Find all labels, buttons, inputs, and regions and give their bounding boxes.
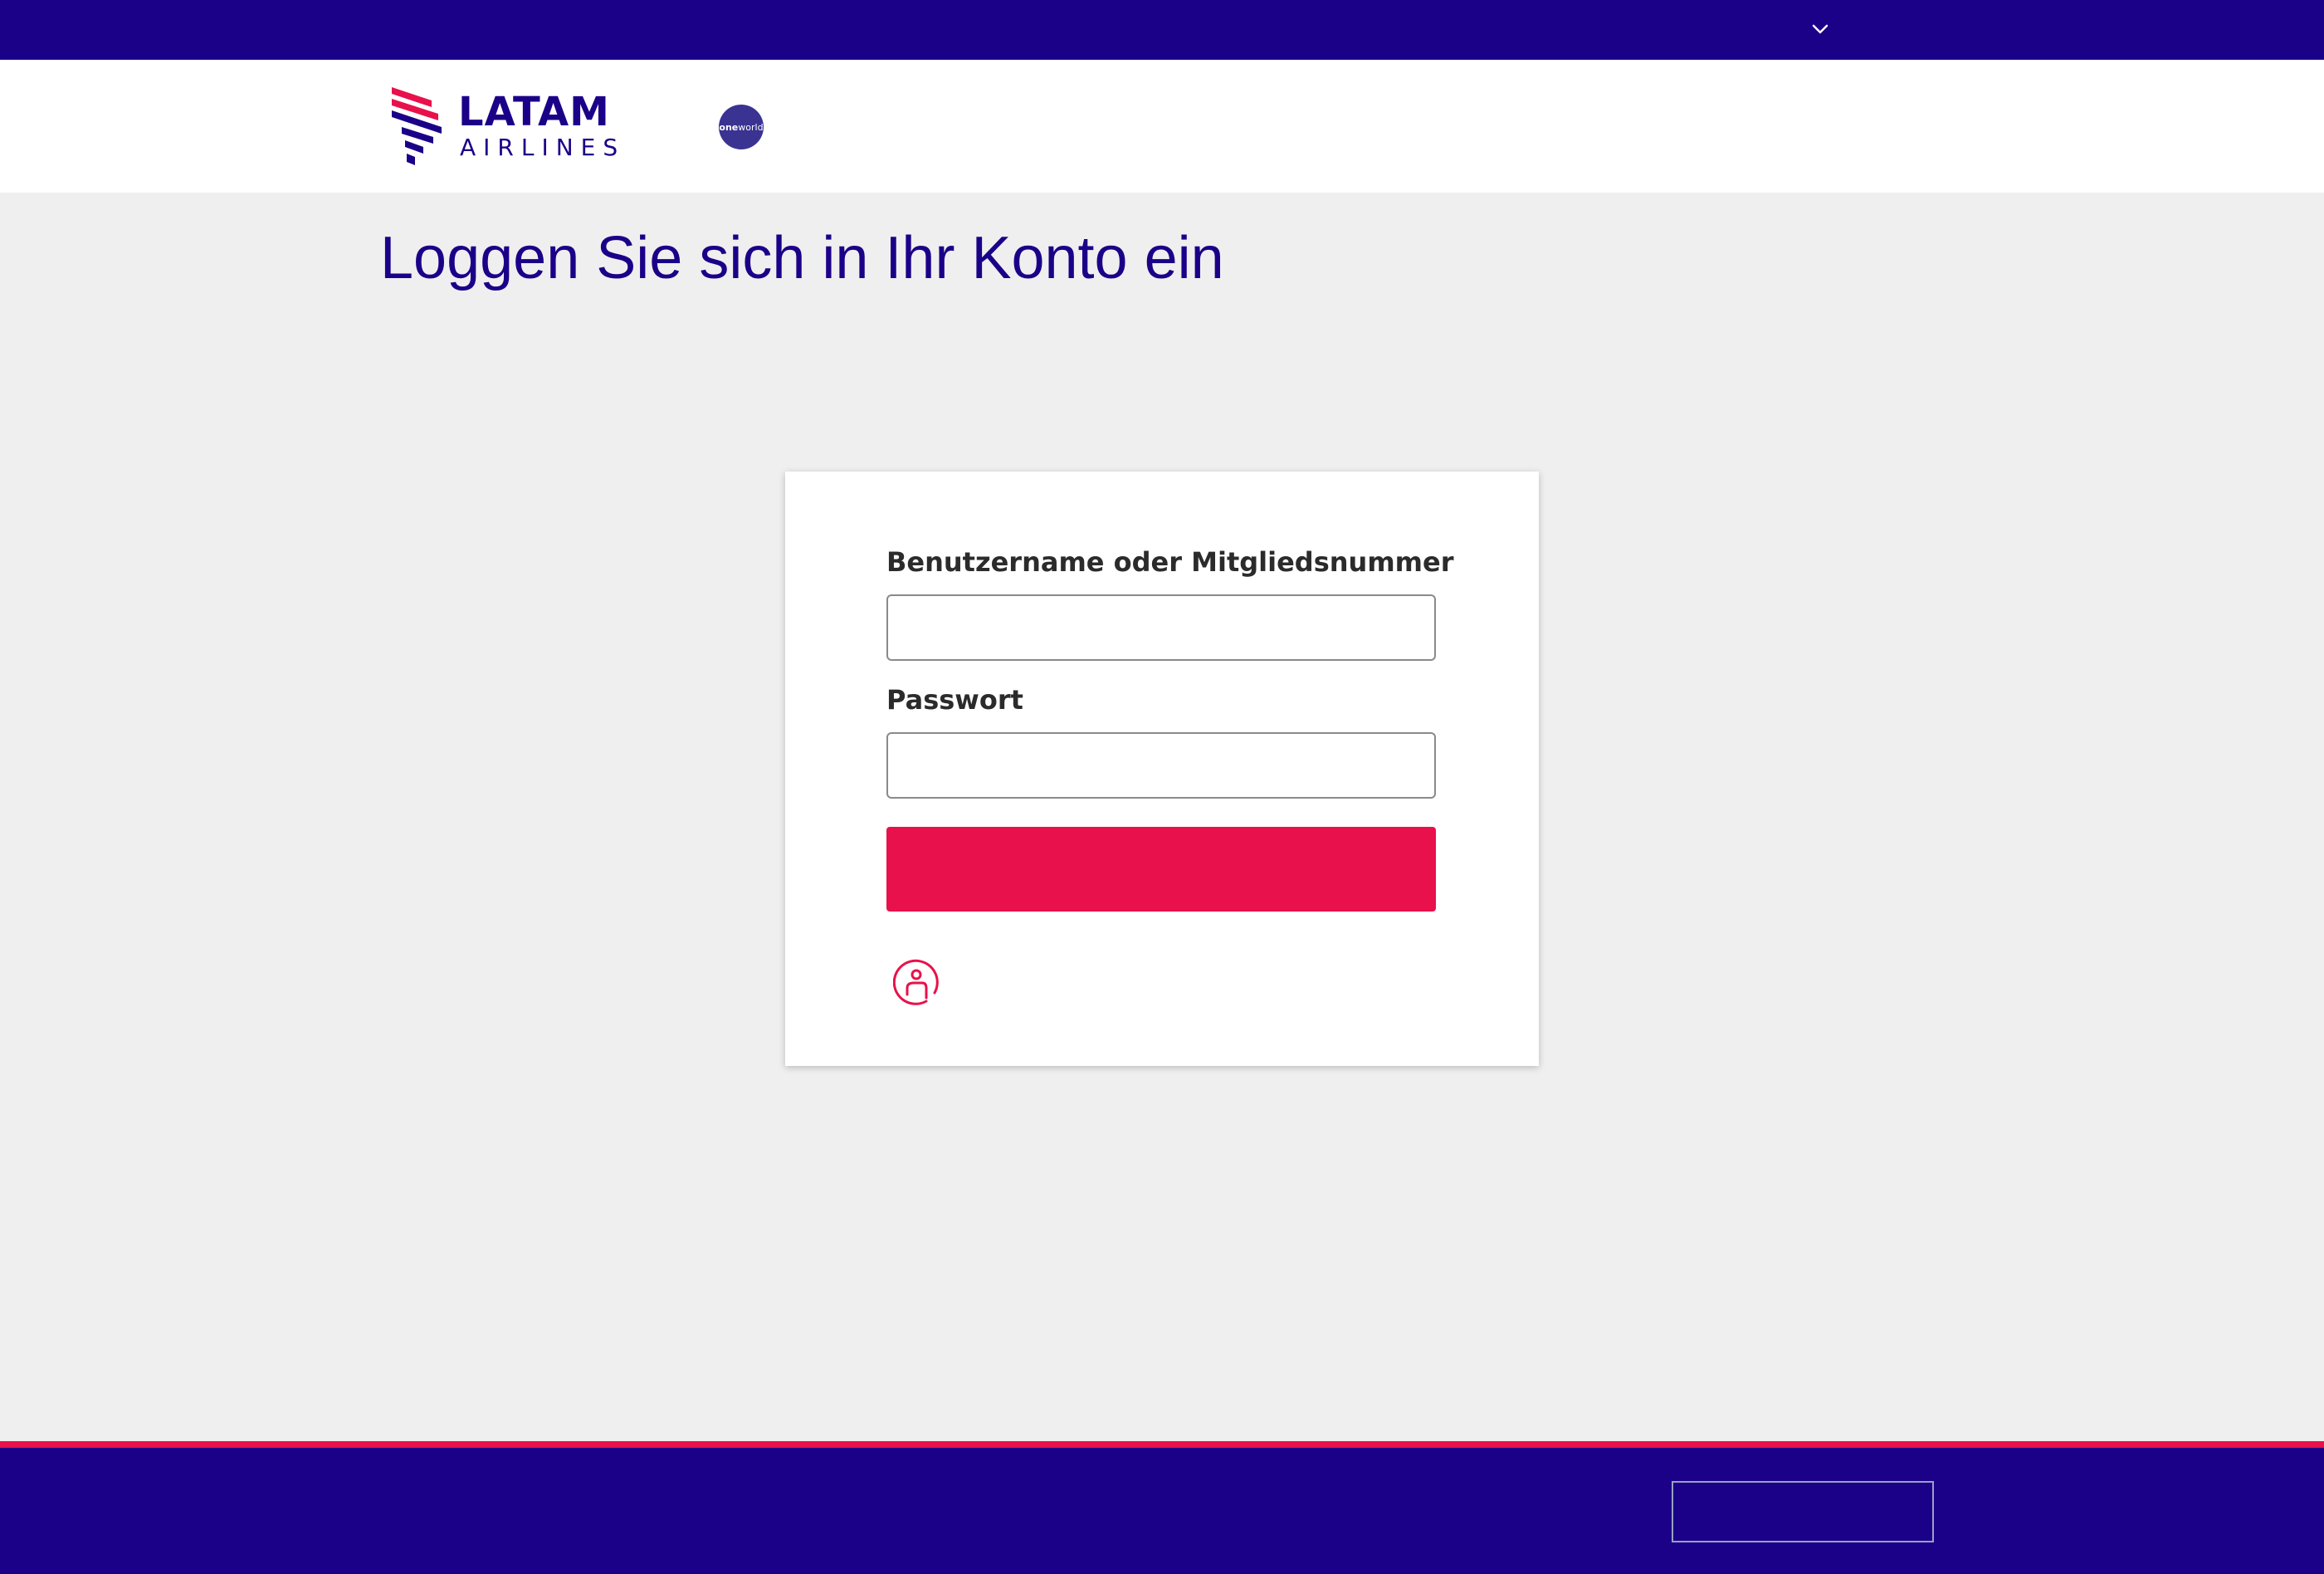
oneworld-badge-rest: world (738, 121, 764, 133)
logo-line-2: AIRLINES (460, 134, 626, 161)
site-footer (0, 1448, 2324, 1574)
password-label: Passwort (886, 684, 1023, 716)
logo-wordmark: LATAM AIRLINES (458, 90, 625, 162)
top-bar (0, 0, 2324, 60)
footer-button[interactable] (1672, 1481, 1934, 1542)
username-input[interactable] (886, 594, 1436, 661)
password-input[interactable] (886, 732, 1436, 799)
logo-line-1: LATAM (458, 89, 610, 135)
chevron-down-icon[interactable] (1809, 18, 1831, 40)
oneworld-badge: one world (719, 105, 764, 149)
footer-accent-line (0, 1441, 2324, 1448)
site-header: LATAM AIRLINES one world (0, 60, 2324, 193)
latam-logo[interactable]: LATAM AIRLINES (390, 85, 647, 168)
login-button[interactable] (886, 827, 1436, 912)
login-card: Benutzername oder Mitgliedsnummer Passwo… (785, 472, 1539, 1066)
username-label: Benutzername oder Mitgliedsnummer (886, 546, 1454, 578)
user-circle-icon[interactable] (893, 958, 943, 1008)
latam-mark-icon (392, 87, 442, 165)
page-title: Loggen Sie sich in Ihr Konto ein (380, 225, 1224, 291)
oneworld-badge-bold: one (719, 121, 739, 133)
